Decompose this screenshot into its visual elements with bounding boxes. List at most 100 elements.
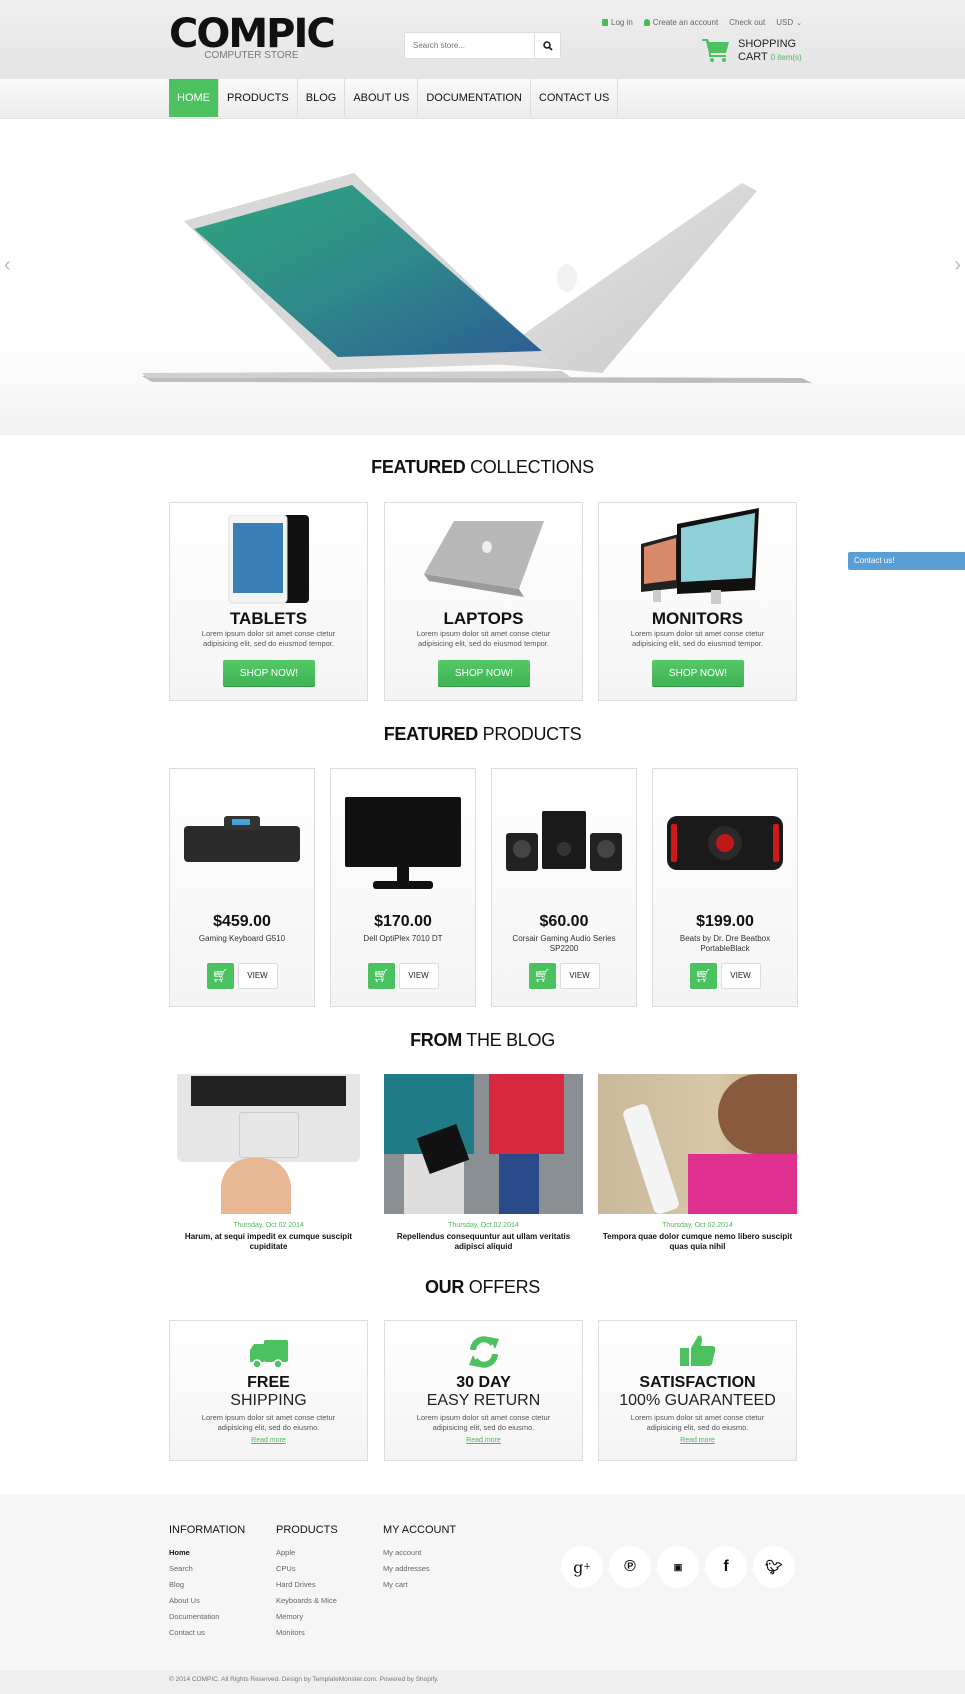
blog-section-title: FROM THE BLOG bbox=[410, 1030, 555, 1050]
cart-icon bbox=[702, 39, 729, 62]
pinterest-icon[interactable]: ℗ bbox=[609, 1546, 651, 1588]
shop-now-button[interactable]: SHOP NOW! bbox=[438, 660, 530, 687]
footer-link-my-account[interactable]: My account bbox=[383, 1548, 456, 1564]
offer-subtitle: SHIPPING bbox=[230, 1392, 307, 1409]
cart-icon: 🛒︎ bbox=[533, 968, 551, 983]
google-plus-icon[interactable]: g + bbox=[561, 1546, 603, 1588]
slider-prev-arrow[interactable]: ‹ bbox=[4, 254, 11, 277]
add-to-cart-button[interactable]: 🛒︎ bbox=[206, 963, 234, 989]
copyright: © 2014 COMPIC. All Rights Reserved. Desi… bbox=[0, 1670, 965, 1694]
product-name[interactable]: Gaming Keyboard G510 bbox=[170, 934, 314, 944]
contact-us-tab[interactable]: Contact us! bbox=[848, 552, 965, 570]
add-to-cart-button[interactable]: 🛒︎ bbox=[367, 963, 395, 989]
cart-count: 0 item(s) bbox=[770, 53, 802, 62]
twitter-icon[interactable]: 🐦︎ bbox=[753, 1546, 795, 1588]
footer-link-blog[interactable]: Blog bbox=[169, 1580, 245, 1596]
footer-heading: INFORMATION bbox=[169, 1524, 246, 1536]
hero-slider: ‹ › bbox=[0, 119, 965, 435]
monitors-image bbox=[640, 508, 759, 604]
search-icon bbox=[542, 40, 553, 51]
social-links: g + ℗ ▣ f 🐦︎ bbox=[561, 1546, 795, 1588]
facebook-icon[interactable]: f bbox=[705, 1546, 747, 1588]
read-more-link[interactable]: Read more bbox=[385, 1437, 582, 1444]
product-name[interactable]: Beats by Dr. Dre Beatbox PortableBlack bbox=[653, 934, 797, 954]
blog-post[interactable]: Thursday, Oct 02 2014 Tempora quae dolor… bbox=[598, 1074, 797, 1252]
product-card: $60.00 Corsair Gaming Audio Series SP220… bbox=[491, 768, 637, 1007]
nav-home[interactable]: HOME bbox=[169, 79, 219, 117]
view-button[interactable]: VIEW bbox=[398, 963, 439, 989]
offer-subtitle: 100% GUARANTEED bbox=[619, 1392, 776, 1409]
footer-link-contact[interactable]: Contact us bbox=[169, 1628, 245, 1644]
product-card: $459.00 Gaming Keyboard G510 🛒︎ VIEW bbox=[169, 768, 315, 1007]
nav-documentation[interactable]: DOCUMENTATION bbox=[418, 79, 531, 117]
footer-link-search[interactable]: Search bbox=[169, 1564, 245, 1580]
nav-about-us[interactable]: ABOUT US bbox=[345, 79, 419, 117]
blog-title[interactable]: Harum, at sequi impedit ex cumque suscip… bbox=[169, 1232, 368, 1252]
blog-date: Thursday, Oct 02 2014 bbox=[662, 1222, 733, 1229]
chevron-down-icon: ⌄ bbox=[796, 19, 802, 27]
footer-link-documentation[interactable]: Documentation bbox=[169, 1612, 245, 1628]
footer-information: INFORMATION Home Search Blog About Us Do… bbox=[169, 1524, 245, 1644]
add-to-cart-button[interactable]: 🛒︎ bbox=[528, 963, 556, 989]
offers-title: OUR OFFERS bbox=[424, 1277, 540, 1297]
collection-desc: Lorem ipsum dolor sit amet conse ctetur a… bbox=[416, 629, 551, 648]
blog-image-kids-tablets[interactable] bbox=[384, 1074, 583, 1214]
nav-blog[interactable]: BLOG bbox=[298, 79, 346, 117]
blog-post[interactable]: Thursday, Oct 02 2014 Repellendus conseq… bbox=[384, 1074, 583, 1252]
blog-image-girl-tablet[interactable] bbox=[598, 1074, 797, 1214]
offer-card: SATISFACTION 100% GUARANTEED Lorem ipsum… bbox=[598, 1320, 797, 1461]
currency-select[interactable]: USD ⌄ bbox=[776, 18, 802, 27]
slider-next-arrow[interactable]: › bbox=[954, 254, 961, 277]
blog-title[interactable]: Tempora quae dolor cumque nemo libero su… bbox=[598, 1232, 797, 1252]
view-button[interactable]: VIEW bbox=[237, 963, 278, 989]
logo[interactable]: COMPIC COMPUTER STORE bbox=[169, 14, 336, 61]
keyboard-image bbox=[184, 816, 300, 862]
collection-card-laptops: LAPTOPS Lorem ipsum dolor sit amet conse… bbox=[384, 502, 583, 701]
collection-card-tablets: TABLETS Lorem ipsum dolor sit amet conse… bbox=[169, 502, 368, 701]
view-button[interactable]: VIEW bbox=[559, 963, 600, 989]
footer-link-cpus[interactable]: CPUs bbox=[276, 1564, 338, 1580]
nav-products[interactable]: PRODUCTS bbox=[219, 79, 298, 117]
footer-link-about[interactable]: About Us bbox=[169, 1596, 245, 1612]
search-input[interactable] bbox=[405, 33, 534, 58]
offer-title: 30 DAY bbox=[456, 1374, 511, 1391]
youtube-icon[interactable]: ▣ bbox=[657, 1546, 699, 1588]
product-card: $199.00 Beats by Dr. Dre Beatbox Portabl… bbox=[652, 768, 798, 1007]
footer-link-monitors[interactable]: Monitors bbox=[276, 1628, 338, 1644]
footer-link-apple[interactable]: Apple bbox=[276, 1548, 338, 1564]
footer-heading: PRODUCTS bbox=[276, 1524, 338, 1536]
blog-title[interactable]: Repellendus consequuntur aut ullam verit… bbox=[384, 1232, 583, 1252]
add-to-cart-button[interactable]: 🛒︎ bbox=[689, 963, 717, 989]
tablets-image bbox=[228, 515, 309, 604]
truck-icon bbox=[249, 1340, 288, 1369]
checkout-link[interactable]: Check out bbox=[729, 18, 765, 27]
thumbs-up-icon bbox=[679, 1335, 715, 1366]
product-card: $170.00 Dell OptiPlex 7010 DT 🛒︎ VIEW bbox=[330, 768, 476, 1007]
cart-label-2: CART bbox=[738, 51, 768, 63]
footer-link-memory[interactable]: Memory bbox=[276, 1612, 338, 1628]
footer-link-my-addresses[interactable]: My addresses bbox=[383, 1564, 456, 1580]
shop-now-button[interactable]: SHOP NOW! bbox=[223, 660, 315, 687]
product-price: $170.00 bbox=[374, 913, 432, 930]
footer-link-home[interactable]: Home bbox=[169, 1548, 245, 1564]
product-name[interactable]: Corsair Gaming Audio Series SP2200 bbox=[492, 934, 636, 954]
offer-desc: Lorem ipsum dolor sit amet conse ctetur a… bbox=[630, 1413, 765, 1432]
footer-link-keyboards[interactable]: Keyboards & Mice bbox=[276, 1596, 338, 1612]
shopping-cart[interactable]: SHOPPING CART 0 item(s) bbox=[702, 38, 802, 64]
read-more-link[interactable]: Read more bbox=[170, 1437, 367, 1444]
product-name[interactable]: Dell OptiPlex 7010 DT bbox=[331, 934, 475, 944]
speakers-image bbox=[506, 811, 622, 871]
featured-collections-title: FEATURED COLLECTIONS bbox=[371, 457, 594, 477]
nav-contact-us[interactable]: CONTACT US bbox=[531, 79, 619, 117]
shop-now-button[interactable]: SHOP NOW! bbox=[652, 660, 744, 687]
footer-link-hard-drives[interactable]: Hard Drives bbox=[276, 1580, 338, 1596]
blog-post[interactable]: Thursday, Oct 02 2014 Harum, at sequi im… bbox=[169, 1074, 368, 1252]
search-button[interactable] bbox=[534, 33, 560, 58]
footer-link-my-cart[interactable]: My cart bbox=[383, 1580, 456, 1596]
read-more-link[interactable]: Read more bbox=[599, 1437, 796, 1444]
create-account-link[interactable]: Create an account bbox=[643, 18, 718, 27]
offer-desc: Lorem ipsum dolor sit amet conse ctetur a… bbox=[416, 1413, 551, 1432]
login-link[interactable]: Log in bbox=[602, 18, 633, 27]
view-button[interactable]: VIEW bbox=[720, 963, 761, 989]
blog-image-trackpad[interactable] bbox=[169, 1074, 368, 1214]
